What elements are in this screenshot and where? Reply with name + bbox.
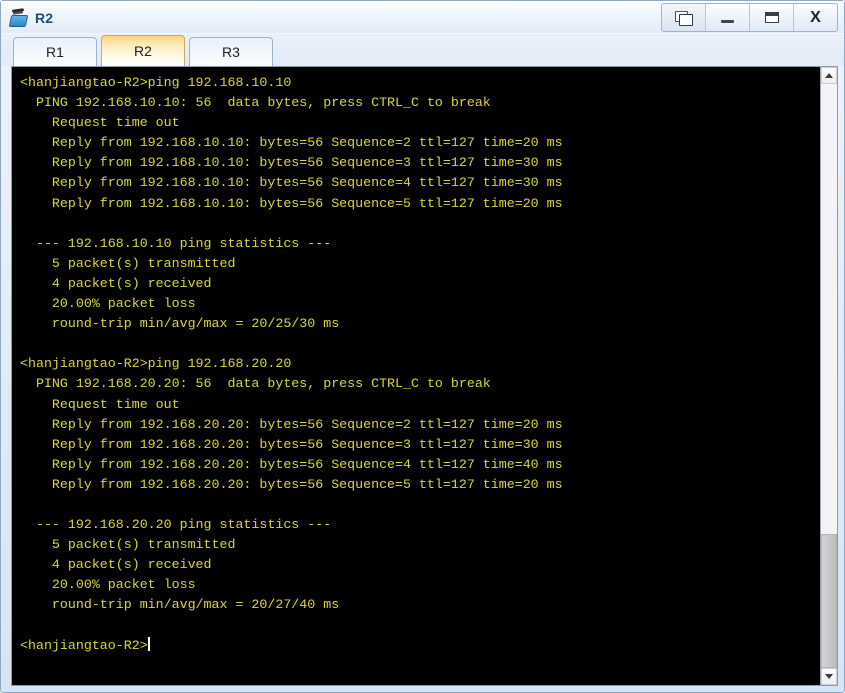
close-button[interactable]: X [794,4,837,31]
scroll-down-button[interactable] [821,668,837,685]
router-icon [8,7,29,28]
terminal-line: PING 192.168.10.10: 56 data bytes, press… [20,95,491,111]
scroll-down-icon [825,674,833,679]
terminal-line: <hanjiangtao-R2>ping 192.168.10.10 [20,75,292,90]
restore-icon [675,10,693,26]
terminal-line: Request time out [20,115,180,131]
terminal-line: 4 packet(s) received [20,557,212,573]
terminal-line: 20.00% packet loss [20,577,196,593]
terminal-panel: <hanjiangtao-R2>ping 192.168.10.10 PING … [11,66,838,686]
terminal-line: 5 packet(s) transmitted [20,537,236,553]
window-controls: X [661,3,838,32]
tab-r1[interactable]: R1 [13,37,97,66]
window-title: R2 [35,9,54,26]
tab-r3-label: R3 [222,44,240,60]
terminal-line: Reply from 192.168.10.10: bytes=56 Seque… [20,195,563,211]
terminal-window: R2 X R1 R2 R3 <hanjiangtao-R2>ping 192.1… [0,0,845,693]
tab-r2-label: R2 [134,43,152,59]
terminal-line: --- 192.168.20.20 ping statistics --- [20,517,332,533]
scrollbar-track[interactable] [821,84,837,668]
terminal-line: round-trip min/avg/max = 20/27/40 ms [20,597,340,613]
terminal-line: 4 packet(s) received [20,275,212,291]
terminal-output[interactable]: <hanjiangtao-R2>ping 192.168.10.10 PING … [12,67,820,685]
close-icon: X [810,8,821,26]
terminal-line: PING 192.168.20.20: 56 data bytes, press… [20,376,491,392]
terminal-line: Reply from 192.168.20.20: bytes=56 Seque… [20,476,563,492]
terminal-line: Request time out [20,396,180,412]
minimize-button[interactable] [706,4,750,31]
terminal-line: Reply from 192.168.20.20: bytes=56 Seque… [20,416,563,432]
scroll-up-button[interactable] [821,67,837,84]
text-cursor [147,636,150,651]
minimize-icon [721,19,734,23]
tab-r3[interactable]: R3 [189,37,273,66]
restore-button[interactable] [662,4,706,31]
tab-r1-label: R1 [46,44,64,60]
terminal-line: <hanjiangtao-R2>ping 192.168.20.20 [20,356,292,372]
vertical-scrollbar[interactable] [820,67,837,685]
maximize-icon [764,12,779,23]
terminal-line: Reply from 192.168.20.20: bytes=56 Seque… [20,456,563,472]
maximize-button[interactable] [750,4,794,31]
terminal-line: Reply from 192.168.20.20: bytes=56 Seque… [20,436,563,452]
terminal-line: Reply from 192.168.10.10: bytes=56 Seque… [20,135,563,151]
terminal-line: Reply from 192.168.10.10: bytes=56 Seque… [20,155,563,171]
terminal-line: 20.00% packet loss [20,296,196,312]
scrollbar-thumb[interactable] [821,533,837,668]
terminal-line: round-trip min/avg/max = 20/25/30 ms [20,316,340,332]
terminal-line: Reply from 192.168.10.10: bytes=56 Seque… [20,175,563,191]
terminal-line: 5 packet(s) transmitted [20,255,236,271]
tab-r2[interactable]: R2 [101,35,185,66]
tab-strip: R1 R2 R3 [1,34,844,66]
title-bar: R2 X [1,1,844,34]
scroll-up-icon [825,73,833,78]
terminal-line: <hanjiangtao-R2> [20,636,150,653]
terminal-line: --- 192.168.10.10 ping statistics --- [20,235,332,251]
